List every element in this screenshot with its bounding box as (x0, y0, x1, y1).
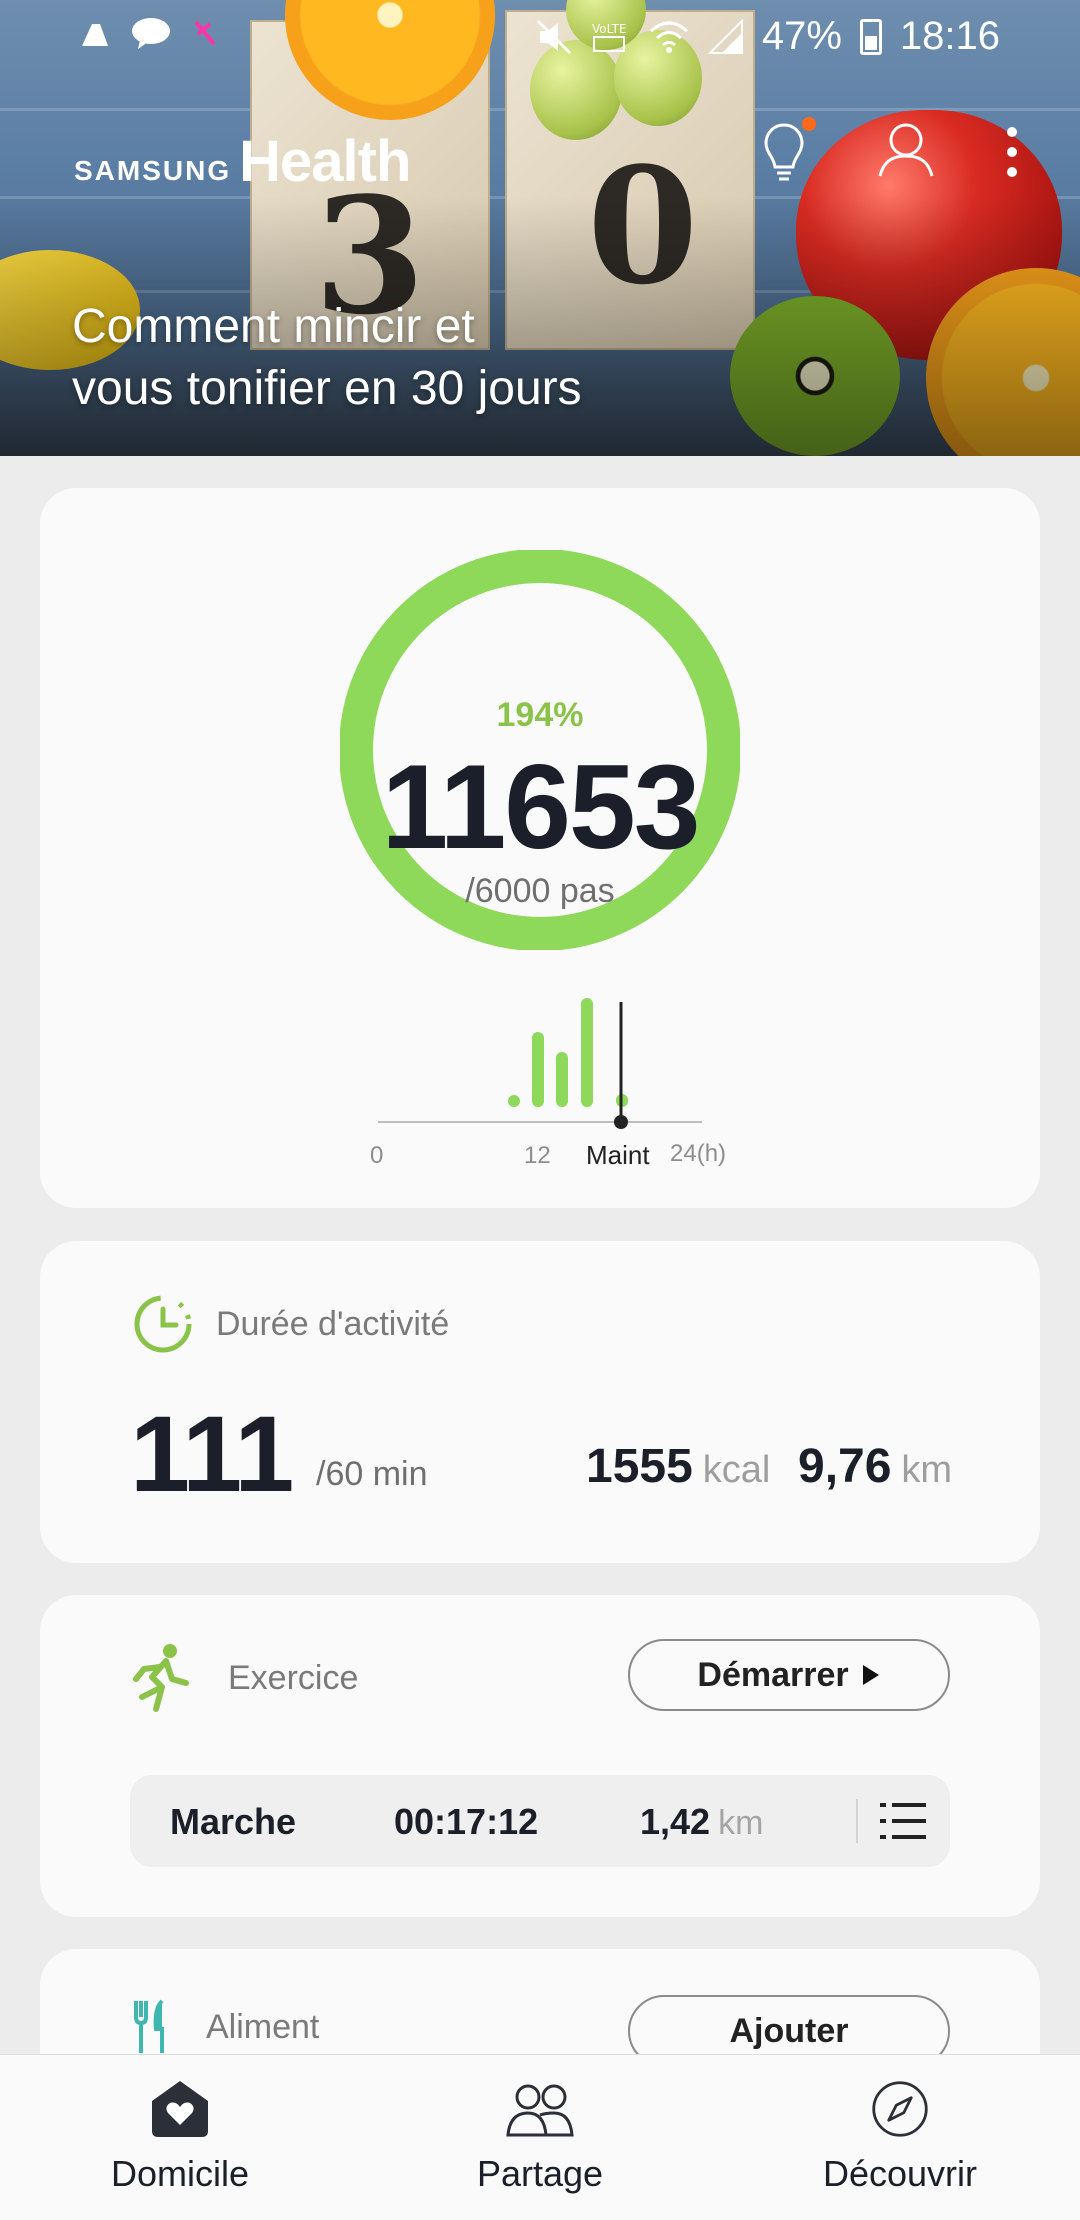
exercise-list-icon[interactable] (880, 1799, 928, 1843)
nav-label-domicile: Domicile (110, 2153, 250, 2194)
notification-icon (194, 20, 216, 46)
status-bar: VoLTE 47% 18:16 (0, 0, 1080, 72)
hourly-steps-chart (378, 998, 702, 1129)
food-header: Aliment (132, 1999, 319, 2055)
people-icon (506, 2084, 574, 2137)
banner-title-line: vous tonifier en 30 jours (72, 362, 582, 415)
exercise-duration: 00:17:12 (394, 1801, 539, 1842)
distance-stat: 9,76 km (798, 1439, 952, 1494)
nav-item-domicile[interactable]: Domicile (0, 2055, 360, 2220)
home-heart-icon (152, 2081, 208, 2137)
exercise-type: Marche (170, 1801, 297, 1842)
more-options-icon[interactable] (1006, 126, 1018, 177)
timer-icon (134, 1295, 192, 1353)
axis-label-mid: 12 (524, 1142, 551, 1169)
exercise-card[interactable]: Exercice Démarrer Marche 00:17:12 1,42 km (40, 1595, 1040, 1917)
activity-minutes: 111 (130, 1393, 294, 1514)
start-exercise-button[interactable]: Démarrer (628, 1639, 950, 1711)
axis-label-end: 24(h) (670, 1140, 727, 1167)
exercise-title: Exercice (228, 1658, 359, 1697)
play-icon (862, 1665, 879, 1685)
brand-samsung: SAMSUNG (74, 155, 232, 186)
activity-minutes-goal: /60 min (316, 1455, 428, 1493)
exercise-header: Exercice (132, 1643, 358, 1713)
exercise-distance-unit: km (718, 1804, 764, 1842)
brand-health: Health (239, 129, 411, 194)
header-actions (762, 116, 1018, 185)
running-icon (133, 1644, 189, 1712)
clock: 18:16 (899, 14, 1000, 58)
row-divider (856, 1799, 858, 1843)
nav-label-decouvrir: Découvrir (822, 2153, 978, 2194)
start-exercise-label: Démarrer (697, 1655, 849, 1694)
activity-title: Durée d'activité (216, 1304, 450, 1343)
last-exercise-row[interactable]: Marche 00:17:12 1,42 km (130, 1775, 950, 1867)
bottom-navigation: Domicile Partage Découvrir (0, 2054, 1080, 2220)
activity-duration-card[interactable]: Durée d'activité 111 /60 min 1555 kcal 9,… (40, 1241, 1040, 1563)
axis-label-start: 0 (370, 1142, 384, 1169)
exercise-distance-value: 1,42 (640, 1801, 711, 1842)
activity-header: Durée d'activité (132, 1293, 449, 1355)
banner-title-line: Comment mincir et (72, 300, 475, 353)
distance-value: 9,76 (798, 1440, 892, 1493)
calories-value: 1555 (586, 1440, 693, 1493)
exercise-distance: 1,42 km (640, 1801, 763, 1843)
steps-card[interactable]: 194% 11653 /6000 pas 0 12 Maint 24(h) (40, 488, 1040, 1208)
nav-item-partage[interactable]: Partage (360, 2055, 720, 2220)
food-title: Aliment (206, 2007, 320, 2046)
mute-icon (536, 19, 571, 54)
battery-percent: 47% (761, 14, 842, 58)
app-logo: SAMSUNG Health (74, 128, 411, 195)
hero-banner[interactable]: 3 0 VoLTE 47% 18:16 SAMSUNG Health (0, 0, 1080, 456)
add-food-label: Ajouter (729, 2011, 849, 2050)
volte-icon: VoLTE (592, 22, 627, 52)
profile-icon[interactable] (876, 118, 936, 185)
banner-title[interactable]: Comment mincir et vous tonifier en 30 jo… (72, 296, 582, 420)
calories-stat: 1555 kcal (586, 1439, 770, 1494)
svg-text:VoLTE: VoLTE (592, 22, 627, 36)
wifi-icon (649, 21, 688, 53)
fork-knife-icon (134, 1999, 164, 2053)
signal-icon (707, 18, 743, 54)
compass-icon (872, 2081, 928, 2137)
battery-icon (859, 18, 882, 55)
talk-icon (132, 18, 170, 49)
axis-label-now: Maint (586, 1140, 650, 1170)
distance-unit: km (901, 1449, 953, 1491)
cleaner-icon (82, 24, 108, 46)
calories-unit: kcal (702, 1449, 771, 1491)
nav-label-partage: Partage (476, 2153, 604, 2194)
lightbulb-icon[interactable] (762, 116, 816, 183)
nav-item-decouvrir[interactable]: Découvrir (720, 2055, 1080, 2220)
now-marker-dot (614, 1115, 628, 1129)
